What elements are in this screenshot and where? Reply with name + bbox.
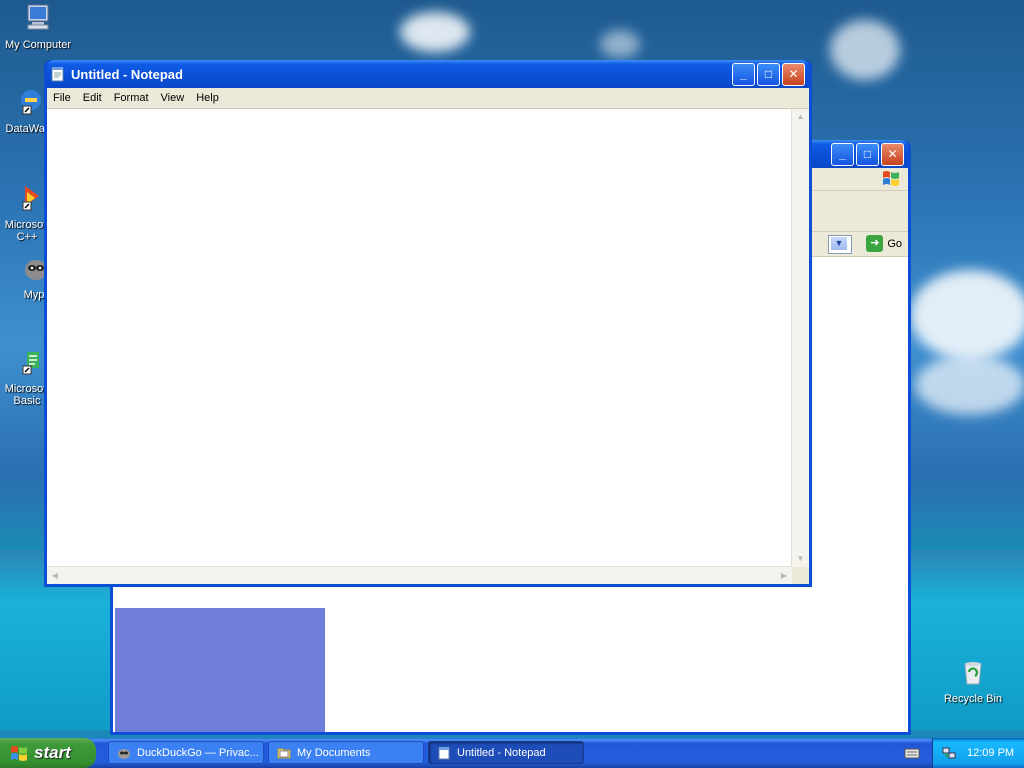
taskbar-item-notepad[interactable]: Untitled - Notepad: [428, 741, 584, 764]
taskbar-item-my-documents[interactable]: My Documents: [268, 741, 424, 764]
desktop-icon-recycle-bin[interactable]: Recycle Bin: [936, 656, 1010, 705]
go-button[interactable]: ➜ Go: [866, 234, 902, 253]
notepad-icon: [438, 746, 450, 759]
taskbar-item-label: My Documents: [297, 746, 371, 759]
vertical-scrollbar[interactable]: ▲ ▼: [791, 109, 809, 567]
minimize-button[interactable]: _: [732, 62, 755, 86]
cloud: [915, 355, 1024, 415]
start-label: start: [34, 743, 71, 762]
go-label: Go: [887, 237, 902, 250]
cloud: [830, 20, 900, 80]
notepad-icon: [51, 67, 64, 82]
desktop-icon-label: Recycle Bin: [943, 693, 1003, 705]
taskbar-item-label: Untitled - Notepad: [457, 746, 546, 759]
text-editor[interactable]: [47, 109, 788, 567]
horizontal-scrollbar[interactable]: ◀ ▶: [47, 566, 792, 584]
menu-bar: File Edit Format View Help: [47, 88, 809, 109]
visual-basic-icon: [22, 352, 39, 375]
close-button[interactable]: ✕: [881, 142, 904, 166]
resize-grip-icon[interactable]: [792, 567, 809, 584]
clock[interactable]: 12:09 PM: [967, 747, 1014, 759]
desktop-icon-label: My Computer: [4, 39, 72, 51]
visual-cpp-icon: [22, 186, 39, 211]
menu-help[interactable]: Help: [190, 92, 225, 104]
taskbar-item-duckduckgo[interactable]: DuckDuckGo — Privac...: [108, 741, 264, 764]
my-computer-icon: [27, 4, 49, 30]
notepad-titlebar[interactable]: Untitled - Notepad _ □ ✕: [47, 60, 809, 88]
notepad-window[interactable]: Untitled - Notepad _ □ ✕ File Edit Forma…: [44, 60, 812, 587]
scroll-right-icon[interactable]: ▶: [776, 567, 792, 584]
maximize-button[interactable]: □: [856, 142, 879, 166]
system-tray: 12:09 PM: [932, 738, 1024, 768]
keyboard-icon[interactable]: [904, 746, 920, 760]
cloud: [600, 30, 640, 58]
menu-edit[interactable]: Edit: [77, 92, 108, 104]
maximize-button[interactable]: □: [757, 62, 780, 86]
task-pane: [115, 608, 325, 732]
address-dropdown[interactable]: ▼: [828, 235, 852, 254]
desktop-icon-my-computer[interactable]: My Computer: [1, 2, 75, 51]
taskbar-item-label: DuckDuckGo — Privac...: [137, 746, 259, 759]
notepad-body: ▲ ▼ ◀ ▶: [47, 109, 809, 584]
menu-file[interactable]: File: [47, 92, 77, 104]
go-arrow-icon: ➜: [866, 235, 884, 252]
menu-format[interactable]: Format: [108, 92, 155, 104]
folder-icon: [277, 748, 291, 758]
cloud: [910, 270, 1024, 360]
chevron-down-icon: ▼: [831, 237, 847, 250]
scroll-down-icon[interactable]: ▼: [792, 551, 809, 567]
window-title: Untitled - Notepad: [71, 66, 183, 82]
shortcut-icon: [21, 90, 41, 115]
scroll-left-icon[interactable]: ◀: [47, 567, 63, 584]
network-icon[interactable]: [941, 745, 957, 761]
close-button[interactable]: ✕: [782, 62, 805, 86]
recycle-bin-icon: [964, 662, 982, 685]
raccoon-icon: [118, 748, 130, 759]
scroll-up-icon[interactable]: ▲: [792, 109, 809, 125]
start-button[interactable]: start: [0, 738, 96, 768]
windows-logo-icon: [883, 171, 899, 186]
menu-view[interactable]: View: [155, 92, 191, 104]
minimize-button[interactable]: _: [831, 142, 854, 166]
cloud: [400, 12, 470, 52]
windows-flag-icon: [11, 746, 27, 761]
taskbar: start DuckDuckGo — Privac... My Document…: [0, 738, 1024, 768]
